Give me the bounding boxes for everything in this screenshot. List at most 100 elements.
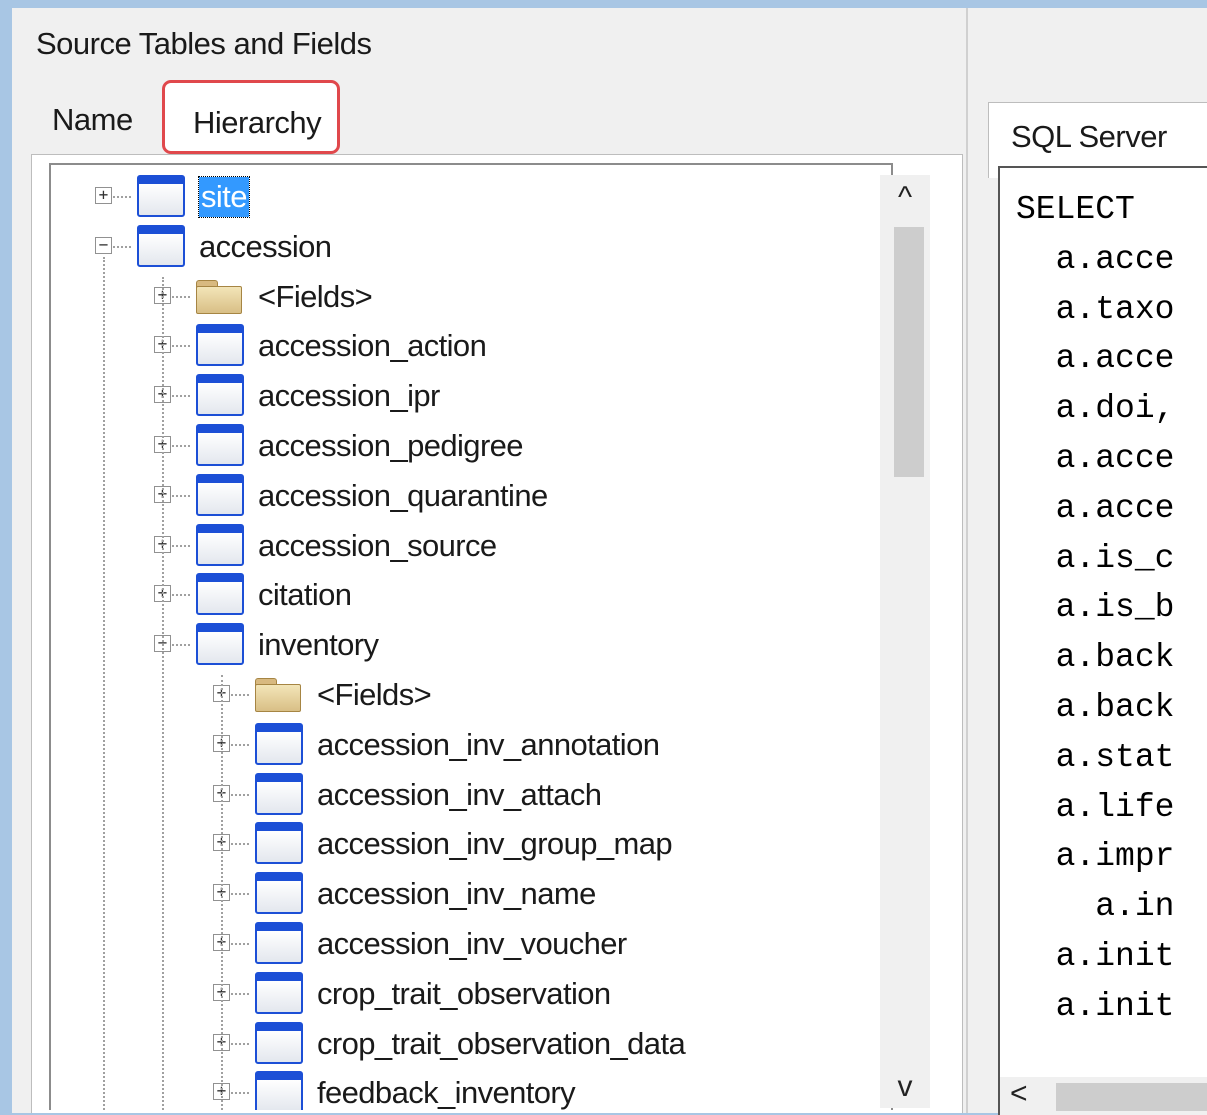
table-icon <box>196 374 244 417</box>
table-icon <box>255 1071 303 1110</box>
collapse-icon[interactable]: − <box>95 236 112 254</box>
table-icon <box>255 1021 303 1064</box>
tree-item[interactable]: − accession <box>51 224 881 269</box>
folder-icon <box>196 279 244 314</box>
tree-item-label[interactable]: accession_quarantine <box>258 476 548 516</box>
tree-item[interactable]: + crop_trait_observation <box>51 971 881 1016</box>
tree-item[interactable]: + accession_action <box>51 324 881 368</box>
tree-item[interactable]: + accession_inv_annotation <box>51 722 881 767</box>
hscroll-thumb[interactable] <box>1056 1083 1207 1111</box>
table-icon <box>137 175 185 217</box>
sql-line: a.init <box>1016 938 1175 975</box>
sql-line: a.impr <box>1016 838 1175 876</box>
tree-guide-line <box>103 256 105 1110</box>
folder-icon <box>255 678 303 712</box>
sql-line: a.life <box>1016 788 1175 826</box>
tree-item-label[interactable]: citation <box>258 575 352 615</box>
tree-item[interactable]: + accession_inv_group_map <box>51 822 881 866</box>
tree-connector <box>172 644 190 647</box>
tree-item-label[interactable]: accession_inv_group_map <box>317 824 673 864</box>
tree-item[interactable]: + <Fields> <box>51 275 881 319</box>
tree-connector <box>231 1092 249 1095</box>
horizontal-scrollbar[interactable]: < <box>1000 1077 1207 1115</box>
sql-line: a.acce <box>1016 489 1175 527</box>
panel-title: Source Tables and Fields <box>36 26 372 61</box>
tree-item-label[interactable]: <Fields> <box>317 675 432 715</box>
tree-connector <box>231 1042 249 1045</box>
tree-item[interactable]: + site <box>51 175 881 219</box>
sql-line: a.taxo <box>1016 290 1175 328</box>
sql-line: a.stat <box>1016 738 1175 776</box>
sql-line: a.in <box>1016 888 1175 926</box>
table-icon <box>255 822 303 865</box>
tree-item-label[interactable]: accession_inv_name <box>317 874 596 914</box>
tree-item-label[interactable]: feedback_inventory <box>317 1073 576 1110</box>
sql-line: a.is_c <box>1016 539 1175 577</box>
tree-item[interactable]: + accession_inv_name <box>51 872 881 916</box>
table-icon <box>196 424 244 466</box>
scroll-up-icon[interactable]: ^ <box>880 181 930 215</box>
sql-line: a.back <box>1016 689 1175 726</box>
sql-line: a.acce <box>1016 340 1175 378</box>
tree-item-label[interactable]: accession_source <box>258 526 497 566</box>
tree-connector <box>172 594 190 597</box>
tree-item[interactable]: + crop_trait_observation_data <box>51 1021 881 1066</box>
tree-item-label[interactable]: site <box>198 176 250 218</box>
scroll-down-icon[interactable]: v <box>880 1070 930 1104</box>
tree-item-label[interactable]: <Fields> <box>258 277 373 317</box>
tree-connector <box>172 345 190 348</box>
tree-guide-line <box>162 276 164 1110</box>
tree-item[interactable]: + <Fields> <box>51 673 881 717</box>
table-icon <box>255 971 303 1014</box>
sql-panel: SQL Server SELECT a.acce a.taxo a.acce a… <box>966 8 1207 1115</box>
tree-item-label[interactable]: accession_action <box>258 326 487 366</box>
tree-item[interactable]: − inventory <box>51 623 881 667</box>
sql-line: a.acce <box>1016 240 1175 278</box>
table-icon <box>196 573 244 616</box>
tree-connector <box>172 445 190 447</box>
source-tables-panel: Source Tables and Fields Name Hierarchy … <box>12 8 966 1113</box>
tab-name[interactable]: Name <box>52 102 133 138</box>
table-icon <box>255 872 303 915</box>
tree-item-label[interactable]: accession_pedigree <box>258 426 524 466</box>
table-icon <box>196 523 244 566</box>
sql-line: a.acce <box>1016 440 1175 477</box>
tree-item-label[interactable]: accession_ipr <box>258 376 440 416</box>
tree-connector <box>231 992 249 995</box>
table-icon <box>196 623 244 666</box>
expand-icon[interactable]: + <box>95 187 112 204</box>
tree-item[interactable]: + accession_inv_attach <box>51 772 881 817</box>
tree-connector <box>231 694 249 696</box>
table-icon <box>196 324 244 367</box>
vertical-scrollbar[interactable]: ^ v <box>880 175 930 1108</box>
scroll-left-icon[interactable]: < <box>1010 1077 1028 1111</box>
tree-item[interactable]: + accession_pedigree <box>51 424 881 468</box>
tree-item-label[interactable]: accession <box>199 227 332 267</box>
hierarchy-tree: + site − accession + <Fields> + accession_actio… <box>49 163 893 1110</box>
sql-code-editor[interactable]: SELECT a.acce a.taxo a.acce a.doi, a.acc… <box>998 166 1207 1115</box>
tree-item-label[interactable]: accession_inv_voucher <box>317 924 627 964</box>
tree-item[interactable]: + accession_ipr <box>51 374 881 418</box>
sql-line: a.back <box>1016 639 1175 677</box>
tab-hierarchy[interactable]: Hierarchy <box>162 80 340 154</box>
table-icon <box>255 772 303 815</box>
tree-connector <box>231 793 249 796</box>
tree-item[interactable]: + accession_inv_voucher <box>51 922 881 966</box>
tree-connector <box>231 943 249 945</box>
table-icon <box>255 722 303 765</box>
sql-line: a.init <box>1016 987 1175 1025</box>
table-icon <box>137 224 185 267</box>
tree-item-label[interactable]: accession_inv_annotation <box>317 725 660 765</box>
tree-item-label[interactable]: crop_trait_observation_data <box>317 1024 686 1064</box>
tree-item[interactable]: + accession_quarantine <box>51 473 881 518</box>
tree-connector <box>113 196 131 198</box>
tree-item-label[interactable]: accession_inv_attach <box>317 775 602 815</box>
table-icon <box>255 922 303 964</box>
tree-item[interactable]: + citation <box>51 573 881 617</box>
tree-guide-line <box>221 675 223 1110</box>
tree-item[interactable]: + accession_source <box>51 523 881 568</box>
tree-item[interactable]: + feedback_inventory <box>51 1071 881 1110</box>
scroll-thumb[interactable] <box>894 227 924 477</box>
tree-item-label[interactable]: crop_trait_observation <box>317 974 611 1014</box>
tree-item-label[interactable]: inventory <box>258 625 379 665</box>
